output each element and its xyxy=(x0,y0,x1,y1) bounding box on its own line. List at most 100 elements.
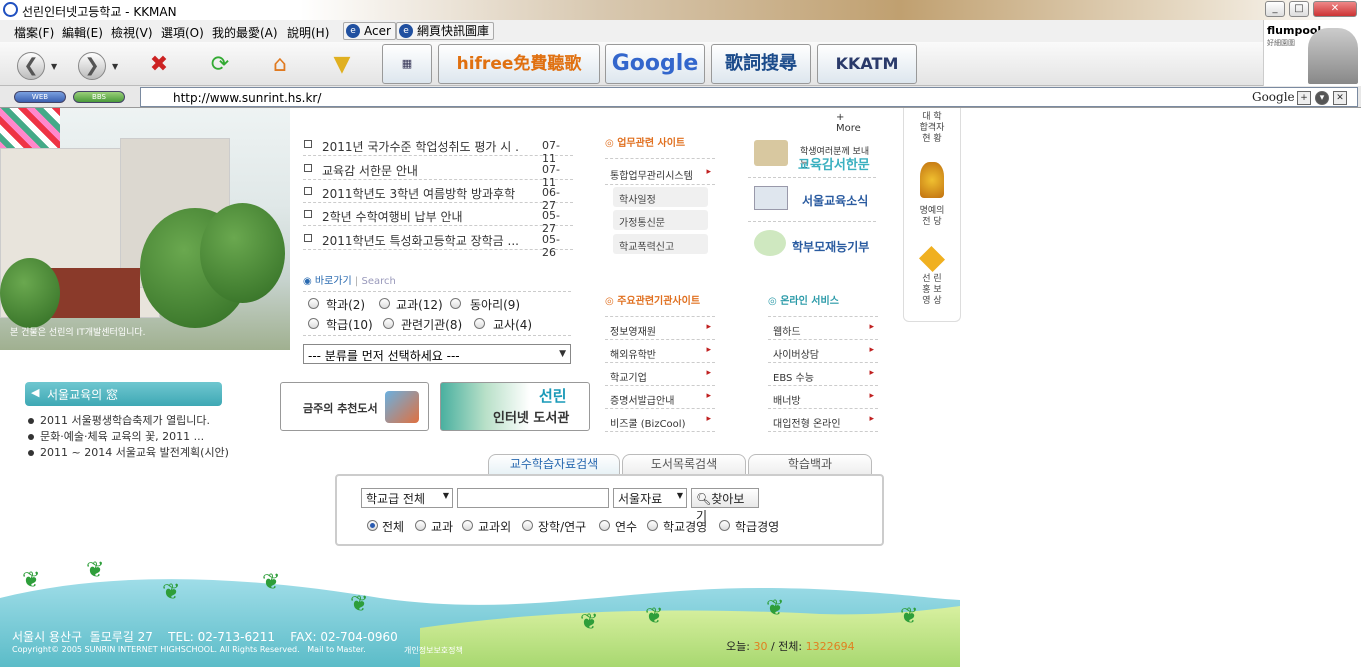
edu-news-item[interactable]: 문화·예술·체육 교육의 꽃, 2011 ... xyxy=(28,428,204,444)
online-link[interactable]: 대입전형 온라인 ▸ xyxy=(768,409,878,432)
find-button[interactable]: 🔍︎찾아보기 xyxy=(691,488,759,523)
folder-download-icon[interactable]: ▼ xyxy=(325,48,359,82)
news-item[interactable]: 2011학년도 특성화고등학교 장학금 ... 05-26 xyxy=(303,228,573,259)
forward-dropdown-icon[interactable]: ▼ xyxy=(112,62,118,71)
news-item[interactable]: 2011년 국가수준 학업성취도 평가 시 ... 07-11 xyxy=(303,134,573,165)
forward-arrow-icon[interactable]: ❯ xyxy=(78,52,106,80)
news-item[interactable]: 2학년 수학여행비 납부 안내 05-27 xyxy=(303,204,573,235)
menu-favorites[interactable]: 我的最愛(A) xyxy=(212,24,278,41)
hifree-button[interactable]: hifree免費聽歌 xyxy=(438,44,600,84)
stop-icon[interactable]: ✖ xyxy=(142,48,176,82)
fav-webslice[interactable]: e 網頁快訊圖庫 xyxy=(396,22,495,40)
category-select[interactable]: --- 분류를 먼저 선택하세요 --- ▼ xyxy=(303,344,571,364)
tab-book-catalog[interactable]: 도서목록검색 xyxy=(622,454,746,474)
menu-edit[interactable]: 編輯(E) xyxy=(62,24,103,41)
close-search-icon[interactable]: ✕ xyxy=(1333,91,1347,105)
menu-help[interactable]: 說明(H) xyxy=(287,24,329,41)
menu-view[interactable]: 檢視(V) xyxy=(111,24,153,41)
radio-extracurricular[interactable] xyxy=(462,520,473,531)
fav-acer[interactable]: e Acer xyxy=(343,22,396,40)
refresh-icon[interactable]: ⟳ xyxy=(203,48,237,82)
radio-curriculum[interactable] xyxy=(415,520,426,531)
google-button[interactable]: Google xyxy=(605,44,705,84)
tab-learning-encyclopedia[interactable]: 학습백과 xyxy=(748,454,872,474)
edu-news-item[interactable]: 2011 서울평생학습축제가 열립니다. xyxy=(28,412,210,428)
maximize-button[interactable]: □ xyxy=(1289,1,1309,17)
news-item[interactable]: 교육감 서한문 안내 07-11 xyxy=(303,158,573,189)
agency-link[interactable]: 정보영재원 ▸ xyxy=(605,317,715,340)
arrow-icon: ▸ xyxy=(706,391,711,401)
violence-report-button[interactable]: 학교폭력신고 xyxy=(613,234,708,254)
news-item[interactable]: 2011학년도 3학년 여름방학 방과후학 ... 06-27 xyxy=(303,181,573,212)
menu-file[interactable]: 檔案(F) xyxy=(14,24,54,41)
band-photo xyxy=(1308,28,1358,84)
close-button[interactable]: ✕ xyxy=(1313,1,1357,17)
admission-results-link[interactable]: 대 학 합격자 현 황 xyxy=(914,112,950,145)
search-input[interactable] xyxy=(457,488,609,508)
bullet-icon xyxy=(304,187,312,195)
box-icon[interactable]: ▦ xyxy=(382,44,432,84)
radio-teacher[interactable] xyxy=(474,318,485,329)
agency-link[interactable]: 비즈쿨 (BizCool) ▸ xyxy=(605,409,715,432)
radio-class-management[interactable] xyxy=(719,520,730,531)
radio-agency[interactable] xyxy=(383,318,394,329)
promo-video-link[interactable]: 선 린 홍 보 영 상 xyxy=(914,274,950,307)
superintendent-letter-link[interactable]: 학생여러분께 보내는 교육감서한문 xyxy=(748,134,876,178)
online-link[interactable]: 배너방 ▸ xyxy=(768,386,878,409)
agency-link[interactable]: 해외유학반 ▸ xyxy=(605,340,715,363)
hall-of-fame-link[interactable]: 명예의 전 당 xyxy=(914,206,950,228)
menu-options[interactable]: 選項(O) xyxy=(161,24,204,41)
tab-teaching-materials[interactable]: 교수학습자료검색 xyxy=(488,454,620,474)
edu-news-item[interactable]: 2011 ~ 2014 서울교육 발전계획(시안) xyxy=(28,444,229,460)
online-link[interactable]: EBS 수능 ▸ xyxy=(768,363,878,386)
search-dropdown-icon[interactable]: ▾ xyxy=(1315,91,1329,105)
minimize-button[interactable]: _ xyxy=(1265,1,1285,17)
web-pill[interactable]: WEB xyxy=(14,91,66,103)
title-bar: 선린인터넷고등학교 - KKMAN _ □ ✕ xyxy=(0,0,1361,20)
search-engine-label[interactable]: Google xyxy=(1252,90,1295,104)
lyrics-button[interactable]: 歌詞搜尋 xyxy=(711,44,811,84)
integrated-system-link[interactable]: 통합업무관리시스템 ▸ xyxy=(605,162,715,185)
sprout-icon: ❦ xyxy=(86,558,105,583)
recommended-books-banner[interactable]: 금주의 추천도서 xyxy=(280,382,429,431)
page-content: 본 건물은 선린의 IT개발센터입니다. + More 2011년 국가수준 학… xyxy=(0,108,1361,667)
bbs-pill[interactable]: BBS xyxy=(73,91,125,103)
back-dropdown-icon[interactable]: ▼ xyxy=(51,62,57,71)
agency-link[interactable]: 학교기업 ▸ xyxy=(605,363,715,386)
radio-subject[interactable] xyxy=(379,298,390,309)
profile-banner[interactable]: flumpool 好細園圍 xyxy=(1263,20,1361,86)
radio-class[interactable] xyxy=(308,318,319,329)
url-box: http://www.sunrint.hs.kr/ Google + ▾ ✕ xyxy=(140,87,1358,107)
add-search-icon[interactable]: + xyxy=(1297,91,1311,105)
kkatm-button[interactable]: KKATM xyxy=(817,44,917,84)
kkman-logo-icon xyxy=(3,2,18,17)
school-calendar-button[interactable]: 학사일정 xyxy=(613,187,708,207)
internet-library-banner[interactable]: 선린 인터넷 도서관 xyxy=(440,382,590,431)
radio-club[interactable] xyxy=(450,298,461,309)
home-icon[interactable]: ⌂ xyxy=(263,48,297,82)
back-arrow-icon[interactable]: ❮ xyxy=(17,52,45,80)
radio-school-management[interactable] xyxy=(647,520,658,531)
shortcut-label: ◉ 바로가기 | Search xyxy=(303,276,396,287)
radio-all[interactable] xyxy=(367,520,378,531)
radio-dept[interactable] xyxy=(308,298,319,309)
url-input[interactable]: http://www.sunrint.hs.kr/ xyxy=(173,91,321,105)
agency-link[interactable]: 증명서발급안내 ▸ xyxy=(605,386,715,409)
school-level-select[interactable]: 학교급 전체 ▼ xyxy=(361,488,453,508)
radio-scholarship[interactable] xyxy=(522,520,533,531)
more-link[interactable]: + More xyxy=(836,112,861,134)
parent-donation-link[interactable]: 학부모재능기부 xyxy=(748,224,876,268)
books-icon xyxy=(385,391,419,423)
radio-training[interactable] xyxy=(599,520,610,531)
profile-subtitle: 好細園圍 xyxy=(1267,39,1295,47)
privacy-policy-link[interactable]: 개인정보보호정책 xyxy=(404,645,463,656)
search-panel: 학교급 전체 ▼ 서울자료 ▼ 🔍︎찾아보기 전체 교과 교과외 장학/연구 연수 … xyxy=(335,474,884,546)
source-select[interactable]: 서울자료 ▼ xyxy=(613,488,687,508)
online-heading: ◎ 온라인 서비스 xyxy=(768,296,839,307)
online-link[interactable]: 웹하드 ▸ xyxy=(768,317,878,340)
seoul-edu-news-link[interactable]: 서울교육소식 xyxy=(748,178,876,222)
arrow-icon: ▸ xyxy=(706,414,711,424)
online-link[interactable]: 사이버상담 ▸ xyxy=(768,340,878,363)
newsletter-button[interactable]: 가정통신문 xyxy=(613,210,708,230)
footer-copyright: Copyright© 2005 SUNRIN INTERNET HIGHSCHO… xyxy=(12,645,366,654)
